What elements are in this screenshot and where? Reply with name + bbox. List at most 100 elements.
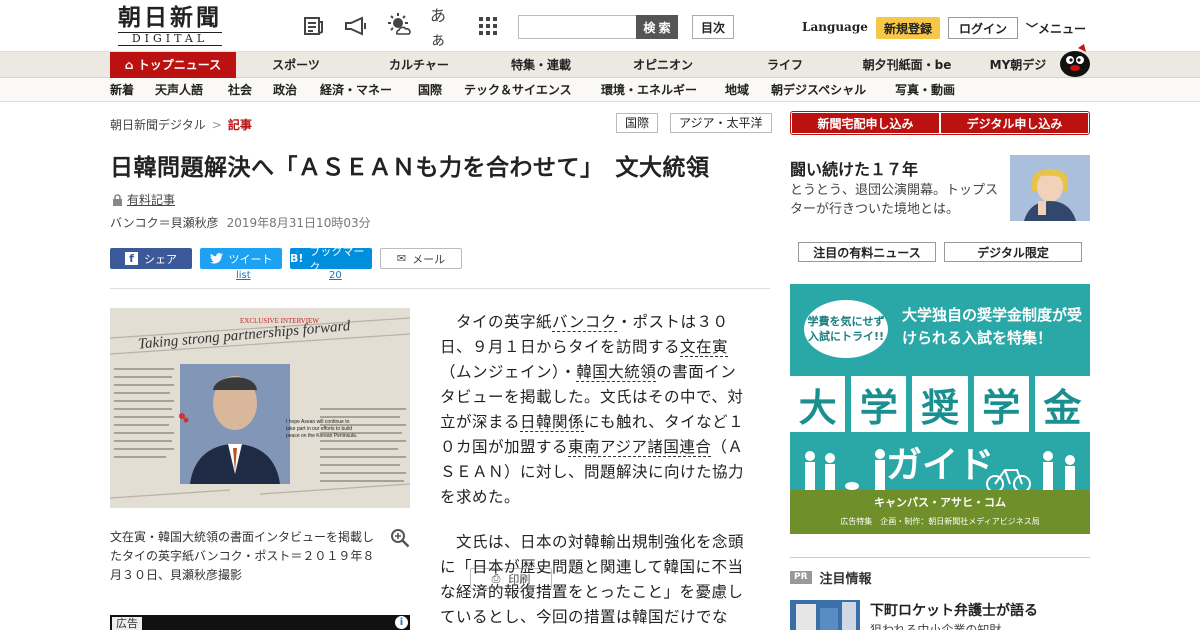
signup-button[interactable]: 新規登録	[876, 17, 940, 39]
scholarship-ad-banner[interactable]: 学費を気にせず入試にトライ!! 大学独自の奨学金制度が受けられる入試を特集！ 大…	[790, 284, 1090, 534]
nav2-item-international[interactable]: 国際	[418, 78, 442, 102]
facebook-share-button[interactable]: f シェア	[110, 248, 192, 269]
nav-label: トップニュース	[137, 58, 222, 72]
pr-heading: 注目情報	[819, 572, 872, 587]
twitter-share-button[interactable]: ツイート	[200, 248, 282, 269]
pr-section-header: PR 注目情報	[790, 568, 872, 587]
ad-info-icon[interactable]: i	[395, 616, 408, 629]
photo-caption: 文在寅・韓国大統領の書面インタビューを掲載したタイの英字紙バンコク・ポスト＝２０…	[110, 530, 375, 582]
site-logo[interactable]: 朝日新聞 DIGITAL	[112, 6, 228, 46]
search-button[interactable]: 検 索	[636, 15, 678, 39]
pr-thumbnail[interactable]	[790, 600, 860, 630]
banner-char: 金	[1034, 376, 1090, 432]
feature-title[interactable]: 闘い続けた１７年	[790, 156, 918, 180]
ad-label: 広告	[112, 617, 142, 630]
pr-title[interactable]: 下町ロケット弁護士が語る	[870, 600, 1038, 620]
banner-headline: 大学独自の奨学金制度が受けられる入試を特集！	[902, 306, 1083, 347]
mail-share-button[interactable]: ✉ メール	[380, 248, 462, 269]
nav2-item-region[interactable]: 地域	[725, 78, 749, 102]
mascot-icon	[1060, 44, 1090, 77]
feature-portrait-svg	[1010, 155, 1090, 221]
banner-char: 奨	[912, 376, 968, 432]
login-button[interactable]: ログイン	[948, 17, 1018, 39]
menu-label: メニュー	[1038, 22, 1087, 36]
keyword-link-korea-president[interactable]: 韓国大統領	[576, 363, 657, 382]
hatena-bookmark-button[interactable]: B! ブックマーク	[290, 245, 372, 274]
megaphone-icon-svg	[345, 16, 366, 36]
primary-nav: ⌂ トップニュース スポーツ カルチャー 特集・連載 オピニオン ライフ 朝夕刊…	[0, 52, 1200, 78]
p1-text-a: タイの英字紙	[456, 313, 553, 331]
home-icon: ⌂	[124, 58, 134, 72]
nav2-item-environment[interactable]: 環境・エネルギー	[601, 78, 697, 102]
megaphone-icon[interactable]	[342, 12, 370, 40]
nav2-item-special[interactable]: 朝デジスペシャル	[771, 78, 866, 102]
newspaper-icon[interactable]	[300, 12, 328, 40]
breadcrumb-separator: >	[211, 118, 222, 132]
p1-text-c: （ムンジェイン）・	[440, 363, 577, 381]
mail-label: メール	[412, 252, 446, 266]
font-size-icon[interactable]: あぁ	[430, 6, 458, 49]
nav2-item-society[interactable]: 社会	[228, 78, 252, 102]
article-paragraph-1: タイの英字紙バンコク・ポストは３０日、９月１日からタイを訪問する文在寅（ムンジェ…	[440, 310, 745, 510]
nav-item-top-news[interactable]: ⌂ トップニュース	[110, 52, 236, 78]
nav-item-sports[interactable]: スポーツ	[256, 52, 336, 78]
apps-grid-dots	[479, 17, 497, 35]
pr-badge: PR	[790, 571, 812, 584]
subscription-buttons: 新聞宅配申し込み デジタル申し込み	[790, 111, 1090, 135]
svg-text:take part in our efforts to bu: take part in our efforts to build	[286, 426, 352, 432]
svg-text:peace on the Korean Peninsula.: peace on the Korean Peninsula.	[286, 433, 357, 439]
p2-text: 文氏は、日本の対韓輸出規制強化を念頭に「日本が歴史問題と関連して韓国に不当な経済…	[440, 533, 745, 626]
nav-item-life[interactable]: ライフ	[752, 52, 818, 78]
breadcrumb-current: 記事	[227, 118, 252, 132]
banner-big-text: 大 学 奨 学 金	[790, 376, 1090, 432]
keyword-link-bangkok[interactable]: バンコク	[552, 313, 617, 332]
bookmark-count-link[interactable]: 20	[329, 270, 342, 281]
tag-asia-pacific[interactable]: アジア・太平洋	[670, 113, 772, 133]
ad-slot[interactable]: 広告 i	[110, 615, 410, 630]
nav-item-culture[interactable]: カルチャー	[375, 52, 463, 78]
nav2-item-tech[interactable]: テック＆サイエンス	[464, 78, 572, 102]
breadcrumb: 朝日新聞デジタル > 記事	[110, 116, 252, 133]
nav-item-my-asahi[interactable]: MY朝デジ	[978, 52, 1058, 78]
sidebar-divider	[790, 557, 1090, 558]
weather-icon-svg	[388, 13, 411, 35]
tab-paid-news[interactable]: 注目の有料ニュース	[798, 242, 936, 262]
nav-item-paper[interactable]: 朝夕刊紙面・be	[852, 52, 962, 78]
nav2-item-new[interactable]: 新着	[110, 78, 134, 102]
toc-button[interactable]: 目次	[692, 15, 734, 39]
digital-subscribe-button[interactable]: デジタル申し込み	[941, 113, 1088, 133]
pr-subtitle[interactable]: 狙われる中小企業の知財	[870, 621, 1001, 630]
facebook-icon: f	[125, 252, 138, 265]
keyword-link-moon[interactable]: 文在寅	[680, 338, 729, 357]
nav-item-opinion[interactable]: オピニオン	[620, 52, 706, 78]
newspaper-icon-svg	[304, 17, 323, 35]
tab-digital-only[interactable]: デジタル限定	[944, 242, 1082, 262]
feature-image[interactable]	[1010, 155, 1090, 221]
keyword-link-japan-korea[interactable]: 日韓関係	[520, 413, 585, 432]
article-photo[interactable]: EXCLUSIVE INTERVIEW Taking strong partne…	[110, 308, 410, 508]
facebook-share-label: シェア	[144, 252, 177, 266]
tag-international[interactable]: 国際	[616, 113, 659, 133]
newspaper-subscribe-button[interactable]: 新聞宅配申し込み	[792, 113, 939, 133]
feature-description[interactable]: とうとう、退団公演開幕。トップスターが行きついた境地とは。	[790, 181, 1002, 219]
banner-silhouettes	[805, 449, 1075, 493]
apps-grid-icon[interactable]	[474, 12, 502, 40]
menu-button[interactable]: ﹀メニュー	[1026, 20, 1086, 37]
paid-article-badge[interactable]: 有料記事	[112, 191, 175, 208]
nav2-item-economy[interactable]: 経済・マネー	[320, 78, 392, 102]
secondary-nav: 新着 天声人語 社会 政治 経済・マネー 国際 テック＆サイエンス 環境・エネル…	[0, 78, 1200, 102]
pr-thumbnail-svg	[790, 600, 860, 630]
banner-char: 学	[851, 376, 907, 432]
breadcrumb-root[interactable]: 朝日新聞デジタル	[110, 118, 206, 132]
tweet-count-link[interactable]: list	[236, 270, 251, 281]
search-input[interactable]	[518, 15, 638, 39]
keyword-link-asean[interactable]: 東南アジア諸国連合	[568, 438, 712, 457]
nav2-item-photo[interactable]: 写真・動画	[895, 78, 955, 102]
weather-icon[interactable]	[385, 12, 413, 40]
nav2-item-politics[interactable]: 政治	[273, 78, 297, 102]
zoom-icon[interactable]	[390, 528, 410, 548]
chevron-down-icon: ﹀	[1026, 22, 1039, 36]
nav-item-features[interactable]: 特集・連載	[498, 52, 584, 78]
nav2-item-tensei[interactable]: 天声人語	[155, 78, 203, 102]
language-link[interactable]: Language	[802, 20, 868, 34]
